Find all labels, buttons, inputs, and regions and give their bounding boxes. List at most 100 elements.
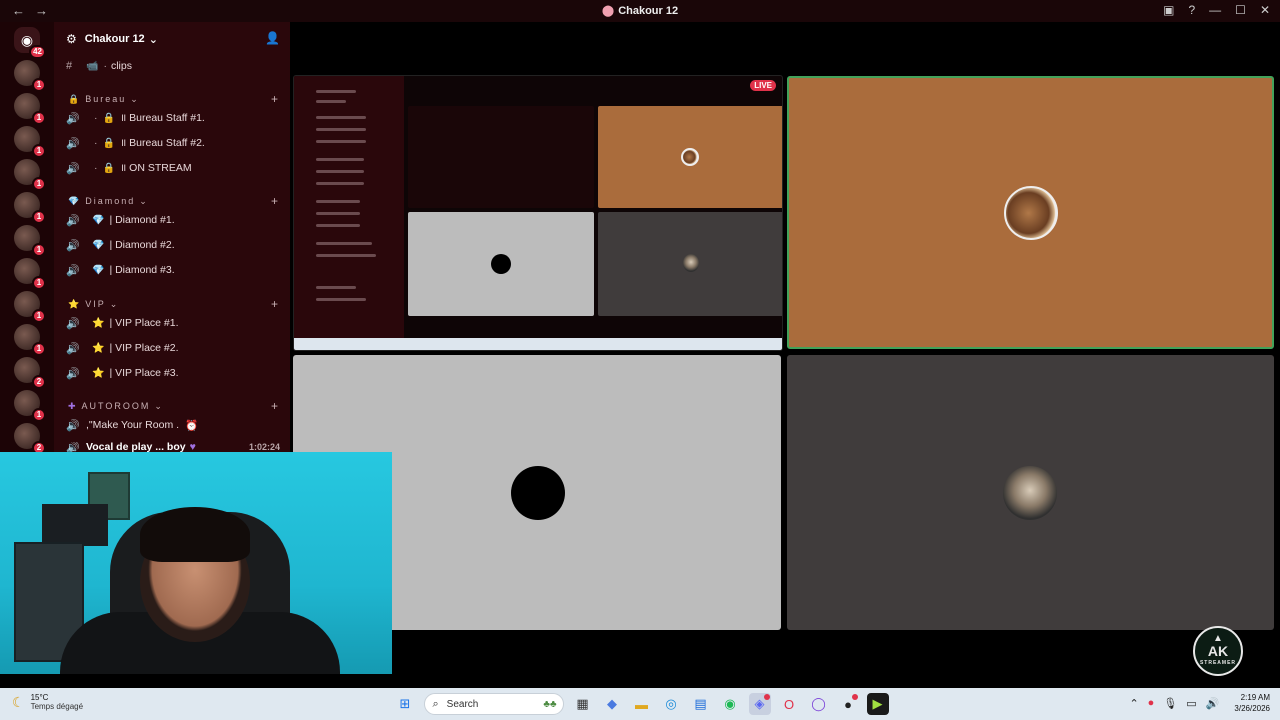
search-placeholder: Search [446, 698, 479, 710]
preview-line [316, 200, 360, 203]
inbox-icon[interactable]: ▣ [1163, 3, 1174, 17]
volume-icon[interactable]: 🔊 [1206, 697, 1220, 710]
category-diamond[interactable]: 💎 Diamond ⌄ + [68, 194, 278, 208]
add-channel-icon[interactable]: + [271, 194, 278, 208]
spotify-icon[interactable]: ◉ [719, 693, 741, 715]
display-icon[interactable]: ▭ [1186, 697, 1196, 710]
chevron-down-icon: ⌄ [139, 195, 149, 206]
lock-icon: 🔒 [102, 137, 115, 149]
preview-avatar [681, 148, 699, 166]
webcam-overlay [0, 452, 392, 674]
preview-tile [598, 212, 782, 316]
channel-clips[interactable]: # 📹 · clips [66, 57, 280, 75]
nvidia-icon[interactable]: ▶ [866, 693, 889, 715]
channel-diamond-3[interactable]: 🔊 💎 | Diamond #3. [66, 261, 280, 279]
server-icon-11[interactable]: 1 [14, 390, 46, 422]
moon-icon: ☾ [12, 693, 25, 710]
channel-make-room[interactable]: 🔊 ,"Make Your Room . ⏰ [66, 416, 280, 434]
server-icon-8[interactable]: 1 [14, 291, 46, 323]
participant-tile-speaking[interactable] [787, 76, 1274, 349]
category-label: Bureau [85, 94, 127, 104]
star-icon: ⭐ [92, 342, 105, 354]
store-icon[interactable]: ▤ [690, 693, 712, 715]
file-explorer-icon[interactable]: ▬ [631, 693, 653, 715]
channel-on-stream[interactable]: 🔊 · 🔒 ॥ ON STREAM [66, 159, 280, 177]
add-channel-icon[interactable]: + [271, 297, 278, 311]
server-icon-4[interactable]: 1 [14, 159, 46, 191]
category-vip[interactable]: ⭐ VIP ⌄ + [68, 297, 278, 311]
antivirus-icon[interactable]: ● [1148, 697, 1155, 709]
maximize-icon[interactable]: ☐ [1235, 3, 1246, 17]
lock-icon: 🔒 [102, 112, 115, 124]
speaker-icon: 🔊 [66, 162, 80, 175]
live-badge: LIVE [750, 80, 776, 91]
server-icon: ⬤ [601, 5, 615, 17]
channel-diamond-1[interactable]: 🔊 💎 | Diamond #1. [66, 211, 280, 229]
speaker-icon: 🔊 [66, 239, 80, 252]
channel-vip-2[interactable]: 🔊 ⭐ | VIP Place #2. [66, 339, 280, 357]
edge-icon[interactable]: ◎ [660, 693, 682, 715]
weather-widget[interactable]: ☾ 15°C Temps dégagé [12, 693, 83, 711]
channel-label: | Diamond #1. [109, 214, 175, 226]
unread-badge: 1 [32, 309, 46, 323]
channel-diamond-2[interactable]: 🔊 💎 | Diamond #2. [66, 236, 280, 254]
guild-header[interactable]: ⚙ Chakour 12 ⌄ 👤 [66, 31, 280, 47]
server-icon-7[interactable]: 1 [14, 258, 46, 290]
weather-desc: Temps dégagé [30, 702, 84, 711]
window-controls: ▣ ? — ☐ ✕ [1163, 3, 1270, 17]
invite-people-icon[interactable]: 👤 [265, 31, 280, 45]
channel-label: ॥ Bureau Staff #1. [119, 112, 205, 124]
server-icon-2[interactable]: 1 [14, 93, 46, 125]
clock[interactable]: 2:19 AM 3/26/2026 [1234, 692, 1270, 714]
taskbar-search[interactable]: ⌕ Search ♣♣ [423, 693, 564, 715]
unread-badge: 1 [32, 342, 46, 356]
forest-icon: ♣♣ [543, 698, 557, 710]
category-bureau[interactable]: 🔒 Bureau ⌄ + [68, 92, 278, 106]
home-button[interactable]: ◉ 42 [14, 27, 46, 59]
separator-dot: · [103, 60, 107, 72]
help-icon[interactable]: ? [1188, 3, 1195, 17]
category-autoroom[interactable]: ✚ AUTOROOM ⌄ + [68, 399, 278, 413]
streamer-logo: ▲ AK STREAMER [1193, 626, 1243, 676]
participant-tile[interactable] [787, 355, 1274, 630]
widgets-icon[interactable]: ◆ [601, 693, 623, 715]
diamond-icon: 💎 [92, 239, 105, 251]
add-channel-icon[interactable]: + [271, 92, 278, 106]
server-icon-1[interactable]: 1 [14, 60, 46, 92]
opera-icon[interactable]: O [778, 693, 800, 715]
speaker-icon: 🔊 [66, 112, 80, 125]
server-icon-5[interactable]: 1 [14, 192, 46, 224]
preview-line [316, 286, 356, 289]
clock-time: 2:19 AM [1240, 693, 1270, 702]
channel-bureau-1[interactable]: 🔊 · 🔒 ॥ Bureau Staff #1. [66, 109, 280, 127]
channel-vip-1[interactable]: 🔊 ⭐ | VIP Place #1. [66, 314, 280, 332]
window-title: ⬤ Chakour 12 [601, 5, 679, 17]
preview-line [316, 212, 360, 215]
obs-icon[interactable]: ● [837, 693, 859, 715]
channel-label: | VIP Place #3. [109, 367, 179, 379]
screen-share-tile[interactable]: LIVE [293, 75, 783, 351]
channel-vocal-active[interactable]: 🔊 Vocal de play ... boy ♥ 1:02:24 [66, 442, 280, 452]
server-icon-6[interactable]: 1 [14, 225, 46, 257]
task-view-icon[interactable]: ▦ [572, 693, 594, 715]
chevron-down-icon: ⌄ [148, 33, 158, 46]
diamond-icon: 💎 [92, 264, 105, 276]
separator-dot: · [94, 137, 98, 149]
server-icon-9[interactable]: 1 [14, 324, 46, 356]
channel-label: | Diamond #2. [109, 239, 175, 251]
channel-bureau-2[interactable]: 🔊 · 🔒 ॥ Bureau Staff #2. [66, 134, 280, 152]
chevron-up-icon[interactable]: ⌃ [1129, 697, 1138, 710]
discord-icon[interactable]: ◈ [748, 693, 771, 715]
server-icon-12[interactable]: 2 [14, 423, 46, 455]
server-icon-3[interactable]: 1 [14, 126, 46, 158]
minimize-icon[interactable]: — [1209, 3, 1221, 17]
windows-start-icon[interactable]: ⊞ [394, 693, 416, 715]
app-icon[interactable]: ◯ [808, 693, 830, 715]
server-icon-10[interactable]: 2 [14, 357, 46, 389]
preview-line [316, 298, 366, 301]
alarm-clock-icon: ⏰ [185, 419, 199, 432]
add-channel-icon[interactable]: + [271, 399, 278, 413]
close-icon[interactable]: ✕ [1260, 3, 1270, 17]
microphone-icon[interactable]: 🎙 [1163, 697, 1177, 710]
channel-vip-3[interactable]: 🔊 ⭐ | VIP Place #3. [66, 364, 280, 382]
